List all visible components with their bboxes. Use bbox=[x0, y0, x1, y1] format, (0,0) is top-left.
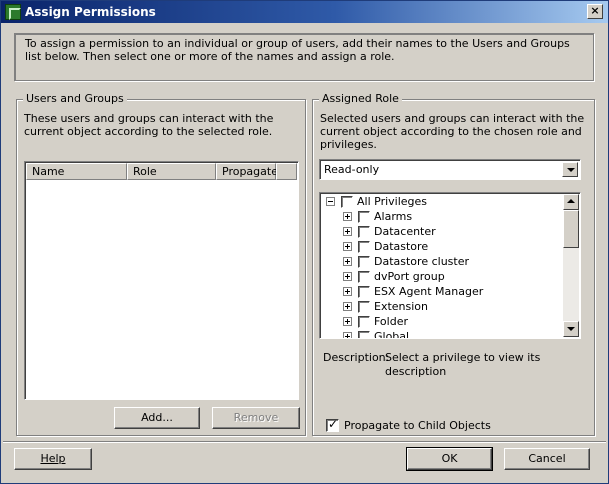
expand-icon[interactable] bbox=[343, 332, 352, 338]
tree-item-folder[interactable]: Folder bbox=[320, 314, 560, 329]
users-groups-list[interactable]: Name Role Propagate bbox=[24, 161, 299, 400]
tree-item-datastore-cluster[interactable]: Datastore cluster bbox=[320, 254, 560, 269]
privileges-tree[interactable]: All Privileges Alarms Datacenter Datasto… bbox=[319, 192, 581, 339]
tree-item-extension[interactable]: Extension bbox=[320, 299, 560, 314]
privilege-checkbox[interactable] bbox=[358, 331, 370, 338]
privilege-checkbox[interactable] bbox=[358, 211, 370, 223]
tree-item-global[interactable]: Global bbox=[320, 329, 560, 339]
list-header: Name Role Propagate bbox=[26, 163, 297, 180]
tree-item-esx-agent-manager[interactable]: ESX Agent Manager bbox=[320, 284, 560, 299]
privilege-checkbox[interactable] bbox=[358, 316, 370, 328]
title-bar: Assign Permissions × bbox=[1, 1, 608, 23]
assigned-role-legend: Assigned Role bbox=[319, 92, 402, 105]
description-value: Select a privilege to view its descripti… bbox=[385, 351, 541, 378]
scroll-down-icon[interactable] bbox=[563, 321, 579, 337]
privilege-checkbox[interactable] bbox=[341, 196, 353, 208]
expand-icon[interactable] bbox=[343, 317, 352, 326]
cancel-button[interactable]: Cancel bbox=[504, 448, 590, 470]
expand-icon[interactable] bbox=[343, 302, 352, 311]
tree-item-datacenter[interactable]: Datacenter bbox=[320, 224, 560, 239]
description-label: Description: bbox=[323, 351, 390, 364]
privilege-checkbox[interactable] bbox=[358, 286, 370, 298]
tree-item-label: Folder bbox=[374, 315, 408, 328]
checkmark-icon: ✓ bbox=[328, 417, 339, 431]
propagate-label[interactable]: Propagate to Child Objects bbox=[344, 419, 491, 432]
role-dropdown[interactable]: Read-only bbox=[319, 159, 581, 180]
tree-item-datastore[interactable]: Datastore bbox=[320, 239, 560, 254]
tree-item-label: Extension bbox=[374, 300, 429, 313]
ok-button[interactable]: OK bbox=[406, 447, 493, 471]
tree-item-label: dvPort group bbox=[374, 270, 445, 283]
tree-scrollbar[interactable] bbox=[563, 194, 579, 337]
role-dropdown-value: Read-only bbox=[324, 163, 380, 176]
users-groups-legend: Users and Groups bbox=[23, 92, 127, 105]
propagate-checkbox[interactable]: ✓ bbox=[326, 417, 339, 432]
scroll-up-icon[interactable] bbox=[563, 194, 579, 210]
window-title: Assign Permissions bbox=[25, 5, 156, 19]
collapse-icon[interactable] bbox=[326, 197, 335, 206]
column-header-name[interactable]: Name bbox=[26, 163, 127, 180]
privilege-checkbox[interactable] bbox=[358, 256, 370, 268]
tree-item-label: Datastore bbox=[374, 240, 429, 253]
expand-icon[interactable] bbox=[343, 287, 352, 296]
help-button[interactable]: Help bbox=[14, 448, 92, 470]
close-icon: × bbox=[590, 4, 600, 17]
privilege-checkbox[interactable] bbox=[358, 301, 370, 313]
privilege-checkbox[interactable] bbox=[358, 226, 370, 238]
add-button[interactable]: Add... bbox=[114, 407, 200, 429]
tree-item-label: Datastore cluster bbox=[374, 255, 469, 268]
tree-item-all-privileges[interactable]: All Privileges bbox=[320, 194, 560, 209]
help-button-label: Help bbox=[40, 452, 66, 465]
footer-separator bbox=[3, 441, 606, 443]
scroll-thumb[interactable] bbox=[563, 210, 579, 248]
expand-icon[interactable] bbox=[343, 242, 352, 251]
column-header-filler bbox=[276, 163, 297, 180]
chevron-down-icon[interactable] bbox=[562, 162, 578, 177]
expand-icon[interactable] bbox=[343, 257, 352, 266]
assign-permissions-dialog: Assign Permissions × To assign a permiss… bbox=[0, 0, 609, 484]
tree-item-label: ESX Agent Manager bbox=[374, 285, 484, 298]
column-header-role[interactable]: Role bbox=[127, 163, 216, 180]
expand-icon[interactable] bbox=[343, 227, 352, 236]
tree-item-label: All Privileges bbox=[357, 195, 428, 208]
tree-item-dvport-group[interactable]: dvPort group bbox=[320, 269, 560, 284]
tree-item-label: Datacenter bbox=[374, 225, 436, 238]
privilege-checkbox[interactable] bbox=[358, 241, 370, 253]
intro-text: To assign a permission to an individual … bbox=[14, 33, 594, 81]
users-groups-description: These users and groups can interact with… bbox=[24, 112, 274, 138]
tree-item-label: Global bbox=[374, 330, 410, 339]
assigned-role-description: Selected users and groups can interact w… bbox=[320, 112, 585, 151]
close-button[interactable]: × bbox=[587, 4, 603, 19]
privilege-checkbox[interactable] bbox=[358, 271, 370, 283]
tree-item-alarms[interactable]: Alarms bbox=[320, 209, 560, 224]
expand-icon[interactable] bbox=[343, 212, 352, 221]
vsphere-client-icon bbox=[5, 4, 21, 20]
tree-item-label: Alarms bbox=[374, 210, 413, 223]
expand-icon[interactable] bbox=[343, 272, 352, 281]
column-header-propagate[interactable]: Propagate bbox=[216, 163, 278, 180]
remove-button[interactable]: Remove bbox=[212, 407, 300, 429]
